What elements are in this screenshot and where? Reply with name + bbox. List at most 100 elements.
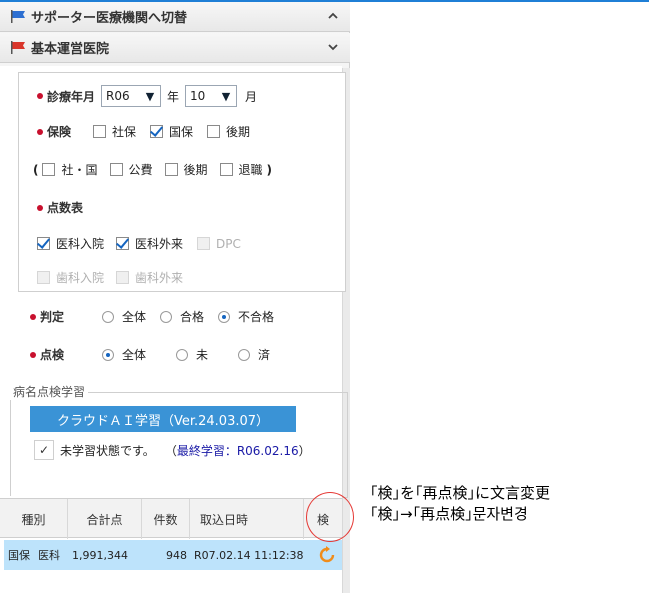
cell-total: 1,991,344 — [72, 548, 128, 562]
checkbox-shika-nyuin — [37, 271, 50, 284]
tensu-options-row1: 医科入院 医科外来 DPC — [37, 235, 241, 252]
checkbox-label: 医科入院 — [56, 237, 105, 251]
radio-tenken-done[interactable] — [238, 348, 251, 361]
paren-close: ） — [298, 443, 311, 458]
radio-hantei-all[interactable] — [102, 310, 115, 323]
radio-label: 合格 — [180, 310, 205, 324]
hoken-row: 保険 社保 国保 後期 — [37, 123, 250, 140]
checkbox-label: 国保 — [169, 125, 194, 139]
radio-label: 未 — [196, 348, 209, 362]
left-panel: サポーター医療機関へ切替 基本運営医院 診療年月 R06 ▼ 年 10 ▼ 月 … — [0, 2, 350, 595]
table-row[interactable]: 国保 医科 1,991,344 948 R07.02.14 11:12:38 — [4, 540, 342, 570]
paren-close: ) — [266, 162, 273, 177]
col-header-type[interactable]: 種別 — [0, 499, 68, 539]
summary-table: 種別 合計点 件数 取込日時 検 国保 医科 1,991,344 948 R07… — [0, 496, 342, 595]
header-title: サポーター医療機関へ切替 — [31, 11, 188, 26]
ai-legend: 病名点検学習 — [10, 383, 89, 400]
checkbox-shaho[interactable] — [93, 125, 107, 138]
down-chevron-icon[interactable] — [328, 41, 338, 54]
checkbox-label: 公費 — [128, 163, 153, 177]
tensu-label: 点数表 — [47, 201, 84, 215]
ai-learn-button[interactable]: クラウドＡＩ学習（Ver.24.03.07） — [30, 406, 296, 432]
checkbox-shika-gairai — [116, 271, 130, 284]
checkbox-shakoku[interactable] — [42, 163, 56, 176]
flag-icon — [10, 10, 26, 23]
ai-learn-label: クラウドＡＩ学習（Ver.24.03.07） — [56, 413, 270, 429]
checkbox-kouki[interactable] — [207, 125, 221, 138]
tensu-options-row2: 歯科入院 歯科外来 — [37, 269, 183, 286]
required-dot — [37, 128, 43, 135]
checkbox-kokuho[interactable] — [150, 125, 164, 138]
checkbox-ika-nyuin[interactable] — [37, 237, 50, 250]
cell-type1: 国保 — [8, 549, 30, 562]
radio-label: 全体 — [122, 310, 147, 324]
annotation-line1: ｢検｣を｢再点検｣に文言変更 — [370, 484, 551, 502]
radio-label: 済 — [258, 348, 271, 362]
radio-hantei-pass[interactable] — [160, 310, 173, 323]
filter-content: 診療年月 R06 ▼ 年 10 ▼ 月 保険 社保 国保 後期 (社・国 公費… — [0, 66, 348, 498]
checkbox-label: 医科外来 — [135, 237, 184, 251]
highlight-circle — [306, 492, 354, 542]
radio-tenken-all[interactable] — [102, 348, 115, 361]
checkbox-kouki-sub[interactable] — [164, 163, 178, 176]
shinryo-label: 診療年月 — [47, 89, 96, 104]
tenken-row: 点検 全体 未 済 — [30, 346, 270, 363]
flag-icon — [10, 41, 26, 54]
checkbox-label: 退職 — [238, 163, 263, 177]
radio-label: 全体 — [122, 348, 147, 362]
annotation-line2: ｢検｣→｢再点検｣문자변경 — [370, 505, 528, 523]
shinryo-row: 診療年月 R06 ▼ 年 10 ▼ 月 — [37, 85, 257, 107]
checkbox-label: 社・国 — [61, 163, 98, 177]
checkbox-taishoku[interactable] — [219, 163, 233, 176]
check-icon: ✓ — [34, 440, 54, 460]
table-header: 種別 合計点 件数 取込日時 検 — [0, 498, 342, 539]
hantei-label: 判定 — [40, 310, 65, 324]
header-switch-supporter[interactable]: サポーター医療機関へ切替 — [0, 2, 350, 32]
hantei-row: 判定 全体 合格 不合格 — [30, 308, 274, 325]
checkbox-label: DPC — [216, 236, 241, 251]
last-learn-text: 最終学習：R06.02.16 — [176, 443, 299, 458]
paren-open: （ — [164, 443, 177, 458]
required-dot — [37, 93, 43, 99]
year-value: R06 — [106, 89, 130, 103]
chevron-down-icon: ▼ — [221, 89, 231, 103]
radio-label: 不合格 — [238, 310, 275, 324]
required-dot — [30, 351, 36, 358]
refresh-icon[interactable] — [318, 540, 336, 570]
radio-tenken-not[interactable] — [176, 348, 189, 361]
checkbox-label: 後期 — [226, 125, 251, 139]
checkbox-label: 歯科入院 — [56, 271, 105, 285]
checkbox-label: 後期 — [183, 163, 208, 177]
year-select[interactable]: R06 ▼ — [101, 85, 162, 107]
paren-open: ( — [33, 162, 39, 177]
hoken-label: 保険 — [47, 125, 72, 139]
checkbox-label: 歯科外来 — [135, 271, 184, 285]
cell-datetime: R07.02.14 11:12:38 — [194, 548, 304, 562]
cell-count: 948 — [166, 548, 187, 562]
filter-box: 診療年月 R06 ▼ 年 10 ▼ 月 保険 社保 国保 後期 (社・国 公費… — [18, 72, 346, 292]
hoken-sub-row: ( 社・国 公費 後期 退職 ) — [33, 161, 272, 178]
tensu-row: 点数表 — [37, 199, 83, 216]
ai-status-text: 未学習状態です。 — [60, 443, 155, 458]
col-header-total[interactable]: 合計点 — [68, 499, 142, 539]
col-header-datetime[interactable]: 取込日時 — [190, 499, 304, 539]
ai-status-row: ✓ 未学習状態です。 （ 最終学習：R06.02.16 ） — [34, 440, 311, 460]
month-unit: 月 — [245, 89, 258, 104]
required-dot — [30, 313, 36, 320]
year-unit: 年 — [167, 89, 180, 104]
tenken-label: 点検 — [40, 348, 65, 362]
radio-hantei-fail[interactable] — [218, 310, 231, 323]
cell-type2: 医科 — [38, 549, 60, 562]
required-dot — [37, 204, 43, 211]
month-value: 10 — [190, 89, 206, 103]
col-header-count[interactable]: 件数 — [142, 499, 190, 539]
up-chevron-icon[interactable] — [328, 10, 338, 23]
checkbox-ika-gairai[interactable] — [116, 237, 130, 250]
header-title: 基本運営医院 — [31, 42, 110, 57]
checkbox-kouhi[interactable] — [109, 163, 123, 176]
month-select[interactable]: 10 ▼ — [185, 85, 238, 107]
checkbox-dpc — [197, 237, 211, 250]
chevron-down-icon: ▼ — [145, 89, 155, 103]
checkbox-label: 社保 — [112, 125, 137, 139]
header-basic-clinic[interactable]: 基本運営医院 — [0, 33, 350, 63]
